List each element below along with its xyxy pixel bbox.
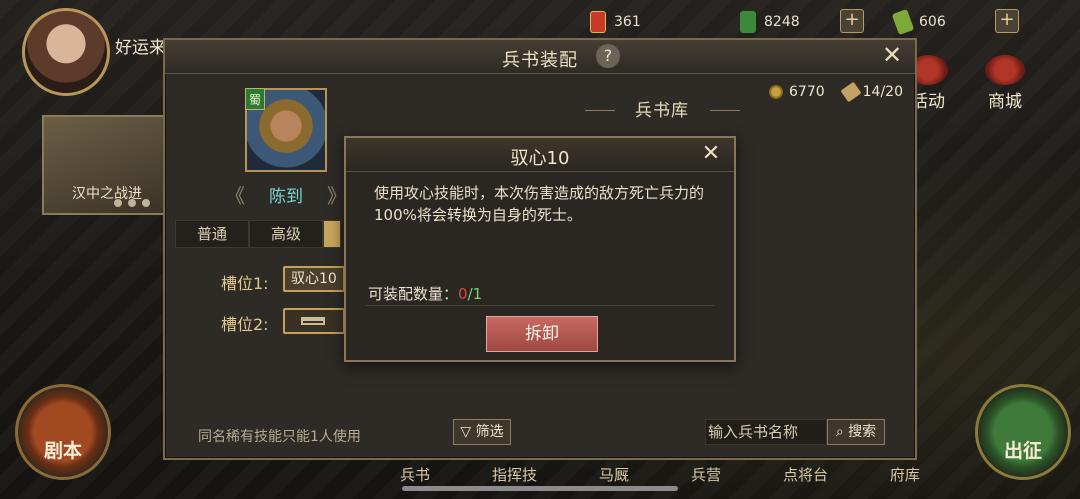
add-jade-button[interactable]: +: [840, 9, 864, 33]
nav-item-command-skills[interactable]: 指挥技: [492, 464, 537, 485]
skill-description: 使用攻心技能时，本次伤害造成的敌方死亡兵力的100%将会转换为自身的死士。: [374, 184, 705, 224]
divider: [585, 110, 615, 111]
equip-count: 可装配数量：0/1: [368, 283, 482, 304]
resource-food: 606: [891, 8, 946, 36]
equip-count-max: 1: [472, 285, 483, 303]
nav-item-barracks[interactable]: 兵营: [691, 464, 721, 485]
coin-icon: [769, 85, 783, 99]
shop-label: 商城: [988, 92, 1022, 112]
lantern-icon: [985, 55, 1025, 85]
search-input[interactable]: [705, 419, 827, 445]
nav-item-books[interactable]: 兵书: [400, 464, 430, 485]
search-button[interactable]: ⌕ 搜索: [827, 419, 885, 445]
coin-value: 6770: [789, 84, 825, 100]
resource-jade: 8248: [740, 10, 800, 34]
tab-advanced[interactable]: 高级: [249, 220, 323, 248]
capacity-value: 14/20: [862, 84, 903, 100]
dialog-title: 驭心10: [510, 148, 570, 169]
slot-2-label: 槽位2:: [221, 315, 269, 334]
nav-item-treasury[interactable]: 府库: [890, 464, 920, 485]
slot-1-button[interactable]: 驭心10: [283, 266, 345, 292]
search-icon: ⌕: [835, 424, 844, 440]
tab-normal[interactable]: 普通: [175, 220, 249, 248]
footer-note: 同名稀有技能只能1人使用: [198, 429, 361, 445]
campaign-card[interactable]: 汉中之战进: [42, 115, 172, 215]
empty-slot-icon: [301, 317, 325, 325]
carousel-dots: [114, 199, 150, 207]
bottom-nav: 兵书 指挥技 马厩 兵营 点将台 府库: [400, 464, 920, 485]
jade-icon: [740, 11, 756, 33]
add-food-button[interactable]: +: [995, 9, 1019, 33]
close-icon[interactable]: ✕: [698, 142, 724, 168]
filter-icon: ▽: [460, 424, 472, 440]
general-name: 陈到: [269, 187, 303, 207]
script-button[interactable]: 剧本: [15, 384, 111, 480]
nav-item-general-platform[interactable]: 点将台: [783, 464, 828, 485]
panel-title: 兵书装配: [502, 50, 578, 71]
search-label: 搜索: [848, 424, 877, 440]
divider: [366, 305, 714, 306]
panel-header: 兵书装配 ? ✕: [165, 40, 915, 74]
shop-button[interactable]: 商城: [982, 55, 1028, 112]
equip-count-label: 可装配数量：: [368, 285, 459, 303]
scroll-icon: [840, 81, 862, 103]
close-icon[interactable]: ✕: [879, 43, 905, 69]
general-portrait[interactable]: 蜀: [245, 88, 327, 172]
resource-value: 361: [614, 14, 641, 30]
march-label: 出征: [1003, 440, 1042, 462]
resource-value: 8248: [764, 14, 800, 30]
kingdom-badge: 蜀: [245, 88, 265, 110]
unequip-button[interactable]: 拆卸: [486, 316, 598, 352]
quality-tabs: 普通 高级: [175, 220, 341, 248]
currency-row: 6770 14/20: [769, 81, 903, 103]
slot-1-label: 槽位1:: [221, 274, 269, 293]
filter-button[interactable]: ▽ 筛选: [453, 419, 511, 445]
help-icon[interactable]: ?: [596, 44, 620, 68]
filter-label: 筛选: [475, 424, 504, 440]
tab-rare[interactable]: [323, 220, 341, 248]
library-title: 兵书库: [635, 101, 689, 121]
home-indicator[interactable]: [402, 486, 678, 491]
divider: [710, 110, 740, 111]
dialog-header: 驭心10 ✕: [346, 138, 734, 172]
march-button[interactable]: 出征: [975, 384, 1071, 480]
script-label: 剧本: [43, 440, 82, 462]
resource-gold-token: 361: [590, 10, 641, 34]
skill-detail-dialog: 驭心10 ✕ 使用攻心技能时，本次伤害造成的敌方死亡兵力的100%将会转换为自身…: [344, 136, 736, 362]
equip-count-current: 0: [458, 285, 468, 303]
gold-token-icon: [590, 11, 606, 33]
nav-item-stable[interactable]: 马厩: [599, 464, 629, 485]
slot-2-button[interactable]: [283, 308, 345, 334]
player-avatar[interactable]: [22, 8, 110, 96]
campaign-label: 汉中之战进: [72, 186, 142, 202]
resource-value: 606: [919, 14, 946, 30]
food-icon: [891, 8, 915, 36]
